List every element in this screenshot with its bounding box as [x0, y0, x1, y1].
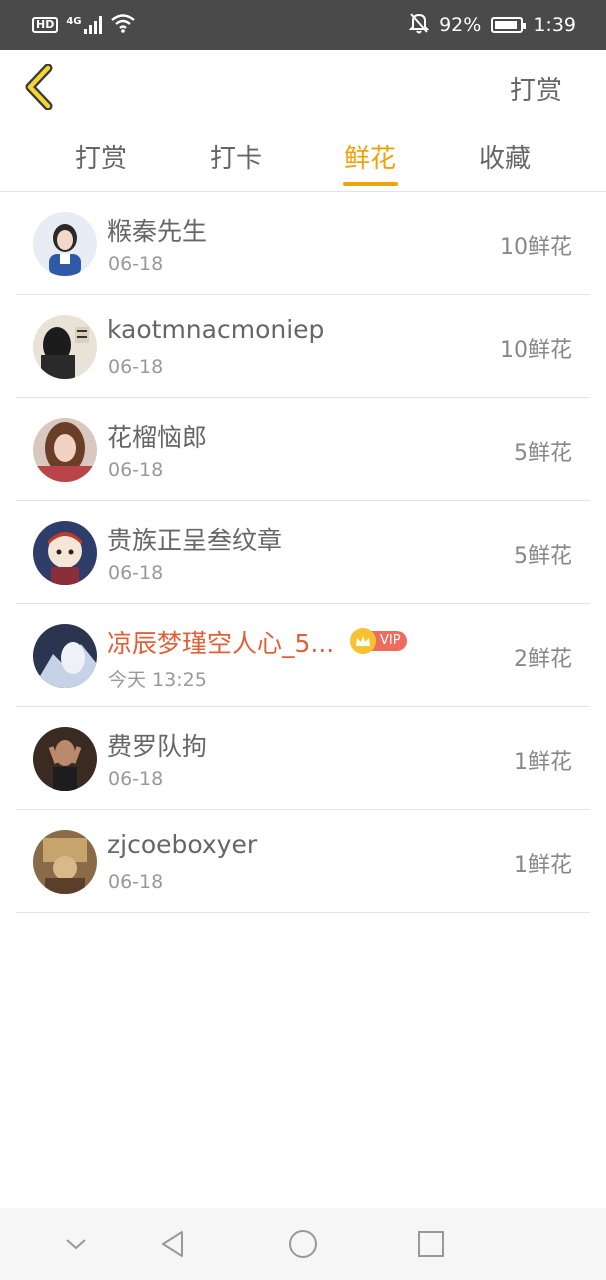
tab-bar: 打赏 打卡 鲜花 收藏 — [0, 124, 606, 192]
nav-collapse-button[interactable] — [58, 1226, 94, 1262]
user-name: 费罗队拘 — [107, 732, 208, 761]
network-type: 4G — [66, 16, 82, 27]
avatar[interactable] — [33, 212, 97, 276]
vip-badge: VIP — [350, 628, 407, 654]
list-item[interactable]: 凉辰梦瑾空人心_5... VIP 今天 13:25 2鲜花 — [16, 604, 590, 707]
signal-icon: 4G — [66, 16, 102, 34]
avatar[interactable] — [33, 624, 97, 688]
battery-icon — [491, 17, 527, 33]
tab-reward[interactable]: 打赏 — [41, 138, 161, 175]
tab-favorites[interactable]: 收藏 — [445, 138, 565, 175]
user-name: 凉辰梦瑾空人心_5... — [107, 629, 335, 658]
recents-square-icon — [418, 1231, 444, 1257]
list-item[interactable]: 糇秦先生 06-18 10鲜花 — [16, 192, 590, 295]
list-item[interactable]: kaotmnacmoniep 06-18 10鲜花 — [16, 295, 590, 398]
status-bar: HD 4G 92% 1:39 — [0, 0, 606, 50]
gift-date: 今天 13:25 — [108, 669, 207, 691]
nav-home-button[interactable] — [285, 1226, 321, 1262]
active-tab-indicator — [343, 182, 398, 186]
nav-back-button[interactable] — [155, 1226, 191, 1262]
back-triangle-icon — [162, 1231, 183, 1257]
gift-date: 06-18 — [108, 253, 164, 275]
flower-amount: 5鲜花 — [514, 544, 572, 569]
flower-amount: 2鲜花 — [514, 647, 572, 672]
bell-muted-icon — [408, 12, 430, 38]
flower-amount: 10鲜花 — [500, 235, 572, 260]
avatar[interactable] — [33, 418, 97, 482]
flower-amount: 1鲜花 — [514, 750, 572, 775]
tab-flowers[interactable]: 鲜花 — [310, 138, 430, 175]
app-header: 打赏 — [0, 50, 606, 124]
hd-icon: HD — [32, 17, 59, 33]
avatar[interactable] — [33, 727, 97, 791]
tab-checkin[interactable]: 打卡 — [176, 138, 296, 175]
chevron-left-icon — [25, 63, 53, 111]
user-name: zjcoeboxyer — [107, 830, 258, 859]
gift-date: 06-18 — [108, 562, 164, 584]
avatar[interactable] — [33, 315, 97, 379]
chevron-down-icon — [66, 1239, 86, 1250]
back-button[interactable] — [22, 63, 58, 111]
system-nav-bar — [0, 1208, 606, 1280]
nav-recents-button[interactable] — [413, 1226, 449, 1262]
reward-button[interactable]: 打赏 — [510, 70, 562, 107]
flower-amount: 10鲜花 — [500, 338, 572, 363]
list-item[interactable]: 花榴恼郎 06-18 5鲜花 — [16, 398, 590, 501]
clock: 1:39 — [533, 14, 576, 36]
avatar[interactable] — [33, 521, 97, 585]
crown-icon — [350, 628, 376, 654]
flower-amount: 5鲜花 — [514, 441, 572, 466]
gift-date: 06-18 — [108, 871, 164, 893]
user-name: 糇秦先生 — [107, 217, 208, 246]
list-item[interactable]: zjcoeboxyer 06-18 1鲜花 — [16, 810, 590, 913]
battery-percent: 92% — [439, 14, 482, 36]
user-name: 花榴恼郎 — [107, 423, 208, 452]
flower-list: 糇秦先生 06-18 10鲜花 kaotmnacmoniep 06-18 10鲜… — [16, 192, 590, 913]
list-item[interactable]: 贵族正呈叁纹章 06-18 5鲜花 — [16, 501, 590, 604]
gift-date: 06-18 — [108, 768, 164, 790]
user-name: 贵族正呈叁纹章 — [107, 526, 283, 555]
gift-date: 06-18 — [108, 459, 164, 481]
gift-date: 06-18 — [108, 356, 164, 378]
flower-amount: 1鲜花 — [514, 853, 572, 878]
user-name: kaotmnacmoniep — [107, 315, 325, 344]
wifi-icon — [110, 13, 136, 37]
home-circle-icon — [289, 1230, 317, 1258]
avatar[interactable] — [33, 830, 97, 894]
list-item[interactable]: 费罗队拘 06-18 1鲜花 — [16, 707, 590, 810]
